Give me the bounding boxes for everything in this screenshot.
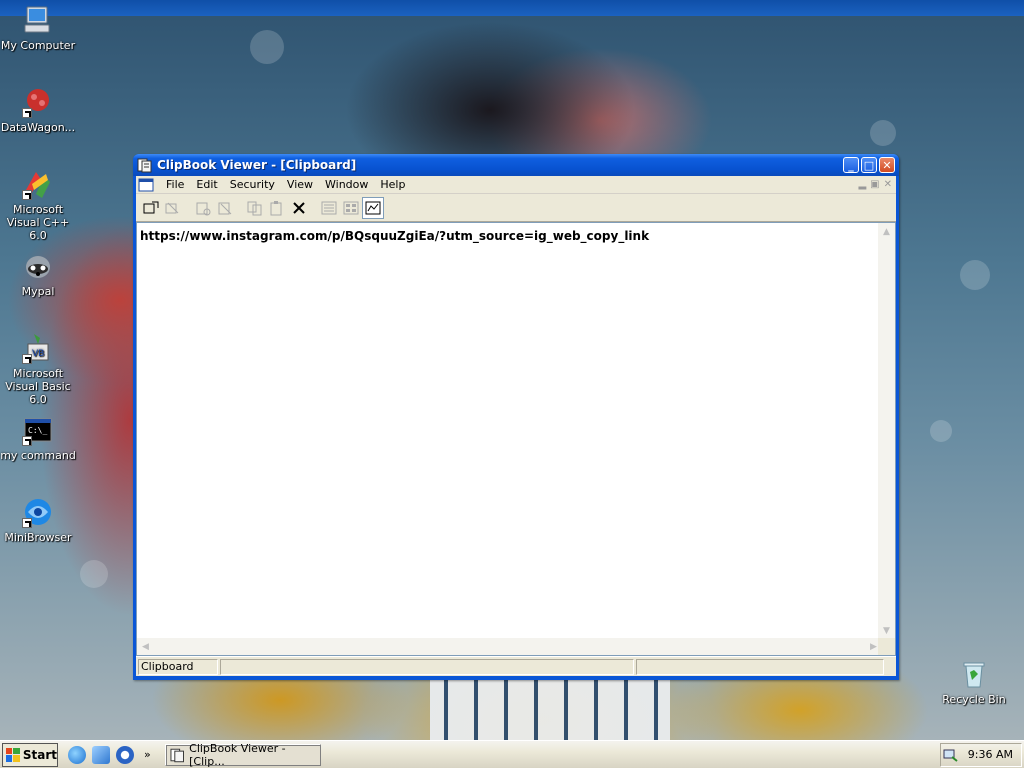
share-icon[interactable]	[192, 197, 214, 219]
table-of-contents-icon[interactable]	[318, 197, 340, 219]
desktop-icon-label: Microsoft Visual C++ 6.0	[6, 203, 70, 242]
close-button[interactable]: ✕	[879, 157, 895, 173]
minibrowser-icon	[22, 496, 54, 528]
shortcut-arrow-icon	[22, 354, 32, 364]
desktop-icon-datawagon[interactable]: DataWagon...	[0, 86, 78, 134]
menu-file[interactable]: File	[160, 178, 190, 191]
clipbook-viewer-window: ClipBook Viewer - [Clipboard] _ □ ✕ File…	[133, 154, 899, 680]
desktop: My Computer DataWagon... Microsoft Visua…	[0, 0, 1024, 740]
connect-icon[interactable]	[140, 197, 162, 219]
datawagon-icon	[22, 86, 54, 118]
outlook-express-icon[interactable]	[92, 745, 110, 764]
start-button[interactable]: Start	[2, 742, 58, 767]
maximize-button[interactable]: □	[861, 157, 877, 173]
menu-security[interactable]: Security	[224, 178, 281, 191]
my-computer-icon	[22, 4, 54, 36]
menu-edit[interactable]: Edit	[190, 178, 223, 191]
copy-icon[interactable]	[244, 197, 266, 219]
taskbar-button-label: ClipBook Viewer - [Clip...	[189, 741, 286, 768]
media-player-icon[interactable]	[116, 745, 134, 764]
scroll-up-icon[interactable]: ▲	[878, 223, 895, 240]
desktop-top-band	[0, 0, 1024, 16]
desktop-icon-mypal[interactable]: Mypal	[0, 250, 78, 298]
paste-icon[interactable]	[266, 197, 288, 219]
desktop-icon-recycle-bin[interactable]: Recycle Bin	[934, 658, 1014, 706]
desktop-icon-label: DataWagon...	[0, 121, 76, 134]
mypal-icon	[22, 250, 54, 282]
desktop-icon-label: MiniBrowser	[4, 531, 72, 544]
svg-text:C:\_: C:\_	[28, 426, 47, 435]
desktop-icon-label: Mypal	[21, 285, 55, 298]
scroll-left-icon[interactable]: ◀	[137, 638, 154, 655]
quick-launch-chevron-icon[interactable]: »	[144, 748, 151, 761]
network-tray-icon[interactable]	[942, 747, 958, 763]
minimize-button[interactable]: _	[843, 157, 859, 173]
window-title: ClipBook Viewer - [Clipboard]	[157, 158, 357, 172]
windows-flag-icon	[6, 747, 20, 762]
menu-help[interactable]: Help	[374, 178, 411, 191]
taskbar-button-clipbook[interactable]: ClipBook Viewer - [Clip...	[164, 741, 321, 768]
desktop-icon-my-computer[interactable]: My Computer	[0, 4, 78, 52]
status-pane-view: Clipboard	[138, 658, 218, 675]
toolbar	[136, 194, 896, 222]
taskbar: Start » ClipBook Viewer - [Clip... 9:36 …	[0, 740, 1024, 768]
command-prompt-icon: C:\_	[22, 414, 54, 446]
disconnect-icon[interactable]	[162, 197, 184, 219]
status-pane-extra	[636, 658, 884, 675]
stop-sharing-icon[interactable]	[214, 197, 236, 219]
internet-explorer-icon[interactable]	[68, 745, 86, 764]
status-pane-info	[220, 658, 634, 675]
desktop-icon-label: Recycle Bin	[942, 693, 1006, 706]
menu-bar: File Edit Security View Window Help ▂ ▣ …	[136, 176, 896, 194]
wallpaper-bokeh	[930, 420, 952, 442]
desktop-icon-visual-cpp[interactable]: Microsoft Visual C++ 6.0	[0, 168, 78, 242]
mdi-close-icon[interactable]: ✕	[884, 179, 892, 190]
visual-basic-icon: VB	[22, 332, 54, 364]
desktop-icon-my-command[interactable]: C:\_ my command	[0, 414, 78, 462]
clock[interactable]: 9:36 AM	[968, 748, 1013, 761]
desktop-icon-label: my command	[0, 449, 76, 462]
mdi-minimize-icon[interactable]: ▂	[858, 179, 866, 190]
menu-window[interactable]: Window	[319, 178, 374, 191]
shortcut-arrow-icon	[22, 518, 32, 528]
start-label: Start	[22, 747, 57, 762]
child-window-icon[interactable]	[138, 178, 154, 192]
scrollbar-corner	[878, 638, 895, 655]
svg-text:VB: VB	[32, 349, 44, 359]
shortcut-arrow-icon	[22, 436, 32, 446]
full-page-icon[interactable]	[362, 196, 384, 219]
clipboard-content-area[interactable]: https://www.instagram.com/p/BQsquuZgiEa/…	[136, 222, 896, 656]
clipbook-app-icon	[170, 748, 184, 762]
desktop-icon-label: My Computer	[0, 39, 76, 52]
wallpaper-scarf	[430, 680, 670, 740]
menu-view[interactable]: View	[281, 178, 319, 191]
desktop-icon-minibrowser[interactable]: MiniBrowser	[0, 496, 78, 544]
mdi-controls: ▂ ▣ ✕	[858, 179, 896, 190]
desktop-icon-visual-basic[interactable]: VB Microsoft Visual Basic 6.0	[0, 332, 78, 406]
visual-cpp-icon	[22, 168, 54, 200]
horizontal-scrollbar[interactable]: ◀ ▶	[137, 638, 882, 655]
mdi-restore-icon[interactable]: ▣	[870, 179, 879, 190]
desktop-icon-label: Microsoft Visual Basic 6.0	[5, 367, 71, 406]
wallpaper-bokeh	[870, 120, 896, 146]
delete-icon[interactable]	[288, 197, 310, 219]
scroll-down-icon[interactable]: ▼	[878, 622, 895, 639]
window-titlebar[interactable]: ClipBook Viewer - [Clipboard] _ □ ✕	[133, 154, 899, 176]
quick-launch: »	[68, 745, 151, 764]
clipboard-text: https://www.instagram.com/p/BQsquuZgiEa/…	[140, 229, 650, 243]
clipbook-app-icon	[137, 158, 152, 173]
system-tray: 9:36 AM	[940, 742, 1022, 767]
thumbnails-icon[interactable]	[340, 197, 362, 219]
recycle-bin-icon	[958, 658, 990, 690]
vertical-scrollbar[interactable]: ▲ ▼	[878, 223, 895, 639]
wallpaper-bokeh	[960, 260, 990, 290]
wallpaper-bokeh	[250, 30, 284, 64]
wallpaper-bokeh	[80, 560, 108, 588]
status-bar: Clipboard	[136, 656, 896, 676]
shortcut-arrow-icon	[22, 190, 32, 200]
shortcut-arrow-icon	[22, 108, 32, 118]
